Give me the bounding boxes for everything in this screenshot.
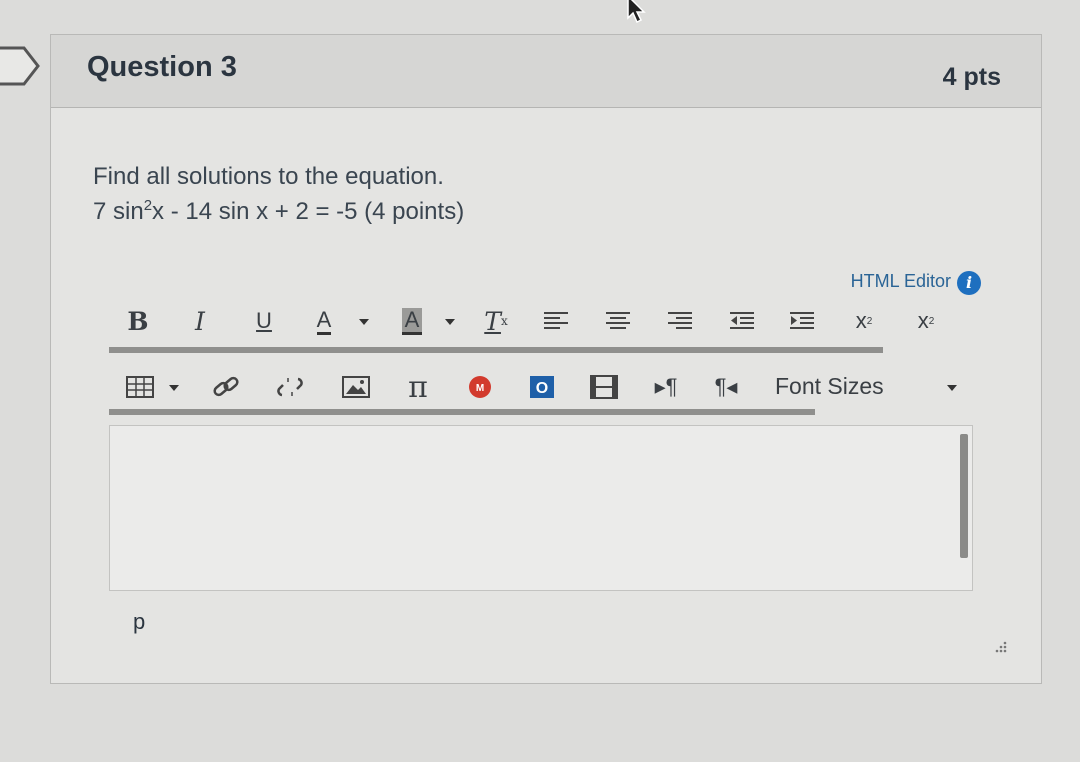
background-color-caret-icon[interactable]: [445, 319, 455, 325]
bold-icon[interactable]: B: [123, 304, 153, 338]
font-sizes-dropdown[interactable]: Font Sizes: [775, 373, 884, 400]
table-caret-icon[interactable]: [169, 385, 179, 391]
font-sizes-caret-icon[interactable]: [947, 385, 957, 391]
element-path: p: [133, 609, 146, 634]
info-icon[interactable]: i: [957, 271, 981, 295]
superscript-icon[interactable]: x2: [849, 304, 879, 338]
question-title: Question 3: [87, 51, 237, 83]
svg-text:O: O: [536, 380, 548, 397]
outdent-icon[interactable]: [727, 304, 757, 338]
align-left-icon[interactable]: [541, 304, 571, 338]
italic-icon[interactable]: I: [185, 304, 215, 338]
table-icon[interactable]: [123, 370, 157, 404]
background-color-icon[interactable]: A: [395, 304, 429, 338]
indent-icon[interactable]: [787, 304, 817, 338]
align-right-icon[interactable]: [665, 304, 695, 338]
unlink-icon[interactable]: [273, 370, 307, 404]
subscript-icon[interactable]: x2: [911, 304, 941, 338]
svg-text:M: M: [476, 383, 484, 394]
text-color-caret-icon[interactable]: [359, 319, 369, 325]
text-color-icon[interactable]: A: [307, 304, 341, 338]
answer-textarea[interactable]: [109, 425, 973, 591]
question-card: Question 3 4 pts Find all solutions to t…: [50, 34, 1042, 684]
underline-icon[interactable]: U: [249, 304, 279, 338]
scrollbar-thumb[interactable]: [960, 434, 968, 558]
link-icon[interactable]: [209, 370, 243, 404]
prompt-instruction: Find all solutions to the equation.: [93, 163, 444, 190]
align-center-icon[interactable]: [603, 304, 633, 338]
math-equation-icon[interactable]: π: [401, 370, 435, 405]
rtl-icon[interactable]: ¶◂: [709, 370, 743, 404]
toolbar-divider: [109, 347, 883, 353]
office365-icon[interactable]: O: [525, 370, 559, 404]
resize-handle-icon[interactable]: [991, 637, 1007, 653]
toolbar-divider: [109, 409, 815, 415]
html-editor-link[interactable]: HTML Editor: [851, 271, 951, 292]
question-prompt: Find all solutions to the equation. 7 si…: [93, 159, 464, 229]
question-points: 4 pts: [942, 63, 1001, 91]
prompt-equation: 7 sin2x - 14 sin x + 2 = -5 (4 points): [93, 197, 465, 225]
editor-toolbar-formatting: B I U A A Tx x2 x2: [109, 301, 934, 341]
clear-formatting-icon[interactable]: Tx: [479, 304, 513, 338]
media-icon[interactable]: M: [463, 370, 497, 404]
image-icon[interactable]: [339, 370, 373, 404]
question-header: Question 3 4 pts: [51, 35, 1041, 108]
mouse-cursor-icon: [627, 0, 646, 24]
question-flag-icon[interactable]: [0, 44, 42, 88]
embed-media-icon[interactable]: [587, 370, 621, 404]
ltr-icon[interactable]: ▸¶: [649, 370, 683, 404]
